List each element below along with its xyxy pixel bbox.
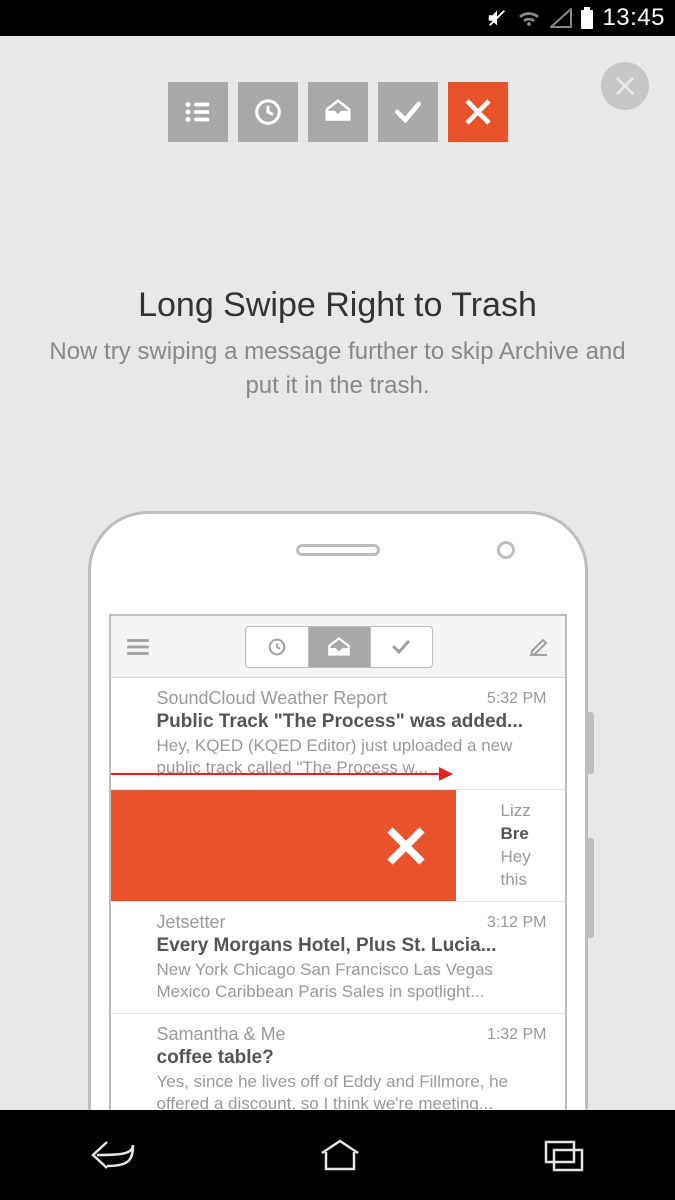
- phone-camera: [497, 541, 515, 559]
- status-bar: 13:45: [0, 0, 675, 36]
- home-icon: [316, 1137, 364, 1173]
- message-row[interactable]: Samantha & Me 1:32 PM coffee table? Yes,…: [111, 1014, 565, 1110]
- message-row[interactable]: Jetsetter 3:12 PM Every Morgans Hotel, P…: [111, 902, 565, 1014]
- seg-archive[interactable]: [370, 627, 432, 667]
- swipe-trash-background: [111, 790, 456, 901]
- close-icon: [614, 75, 636, 97]
- phone-side-button: [588, 838, 594, 938]
- swipe-arrow-icon: [111, 773, 451, 775]
- phone-mockup: SoundCloud Weather Report 5:32 PM Public…: [88, 511, 588, 1110]
- hamburger-button[interactable]: [125, 637, 151, 657]
- message-preview: Yes, since he lives off of Eddy and Fill…: [157, 1071, 547, 1110]
- inbox-icon: [323, 97, 353, 127]
- message-preview: New York Chicago San Francisco Las Vegas…: [157, 959, 547, 1003]
- inbox-icon: [326, 636, 352, 658]
- check-icon: [389, 635, 413, 659]
- clock-icon: [266, 636, 288, 658]
- tutorial-heading: Long Swipe Right to Trash Now try swipin…: [0, 286, 675, 402]
- message-preview: Hey: [501, 846, 565, 869]
- toolbar-trash-button[interactable]: [448, 82, 508, 142]
- message-subject: Public Track "The Process" was added...: [157, 711, 547, 733]
- seg-snooze[interactable]: [246, 627, 308, 667]
- android-nav-bar: [0, 1110, 675, 1200]
- message-peek: Lizz Bre Hey this: [487, 790, 565, 901]
- message-subject: Every Morgans Hotel, Plus St. Lucia...: [157, 935, 547, 957]
- recents-icon: [542, 1138, 586, 1172]
- message-row-swiping[interactable]: Lizz Bre Hey this: [111, 790, 565, 902]
- tutorial-toolbar: [168, 82, 508, 142]
- compose-button[interactable]: [527, 635, 551, 659]
- status-time: 13:45: [602, 4, 665, 32]
- tutorial-subtitle: Now try swiping a message further to ski…: [40, 335, 635, 402]
- toolbar-list-button[interactable]: [168, 82, 228, 142]
- message-preview: this: [501, 869, 565, 892]
- hamburger-icon: [125, 637, 151, 657]
- message-time: 3:12 PM: [487, 914, 547, 932]
- close-button[interactable]: [601, 62, 649, 110]
- list-icon: [183, 97, 213, 127]
- phone-side-button: [588, 712, 594, 774]
- message-time: 1:32 PM: [487, 1026, 547, 1044]
- seg-inbox[interactable]: [308, 627, 370, 667]
- message-sender: Lizz: [501, 800, 565, 823]
- clock-icon: [253, 97, 283, 127]
- signal-icon: [550, 8, 572, 28]
- segmented-control: [245, 626, 433, 668]
- mute-icon: [486, 7, 508, 29]
- app-header: [111, 616, 565, 678]
- nav-recents-button[interactable]: [542, 1138, 586, 1172]
- message-subject: Bre: [501, 823, 565, 846]
- message-row[interactable]: SoundCloud Weather Report 5:32 PM Public…: [111, 678, 565, 790]
- nav-home-button[interactable]: [316, 1137, 364, 1173]
- phone-screen: SoundCloud Weather Report 5:32 PM Public…: [109, 614, 567, 1110]
- battery-icon: [580, 7, 594, 29]
- toolbar-inbox-button[interactable]: [308, 82, 368, 142]
- message-time: 5:32 PM: [487, 690, 547, 708]
- toolbar-snooze-button[interactable]: [238, 82, 298, 142]
- back-icon: [89, 1136, 139, 1174]
- compose-icon: [527, 635, 551, 659]
- tutorial-title: Long Swipe Right to Trash: [40, 286, 635, 325]
- toolbar-archive-button[interactable]: [378, 82, 438, 142]
- wifi-icon: [516, 8, 542, 28]
- tutorial-overlay: Long Swipe Right to Trash Now try swipin…: [0, 36, 675, 1110]
- x-icon: [386, 826, 426, 866]
- x-icon: [464, 98, 492, 126]
- phone-speaker: [296, 544, 380, 556]
- message-subject: coffee table?: [157, 1047, 547, 1069]
- nav-back-button[interactable]: [89, 1136, 139, 1174]
- check-icon: [392, 96, 424, 128]
